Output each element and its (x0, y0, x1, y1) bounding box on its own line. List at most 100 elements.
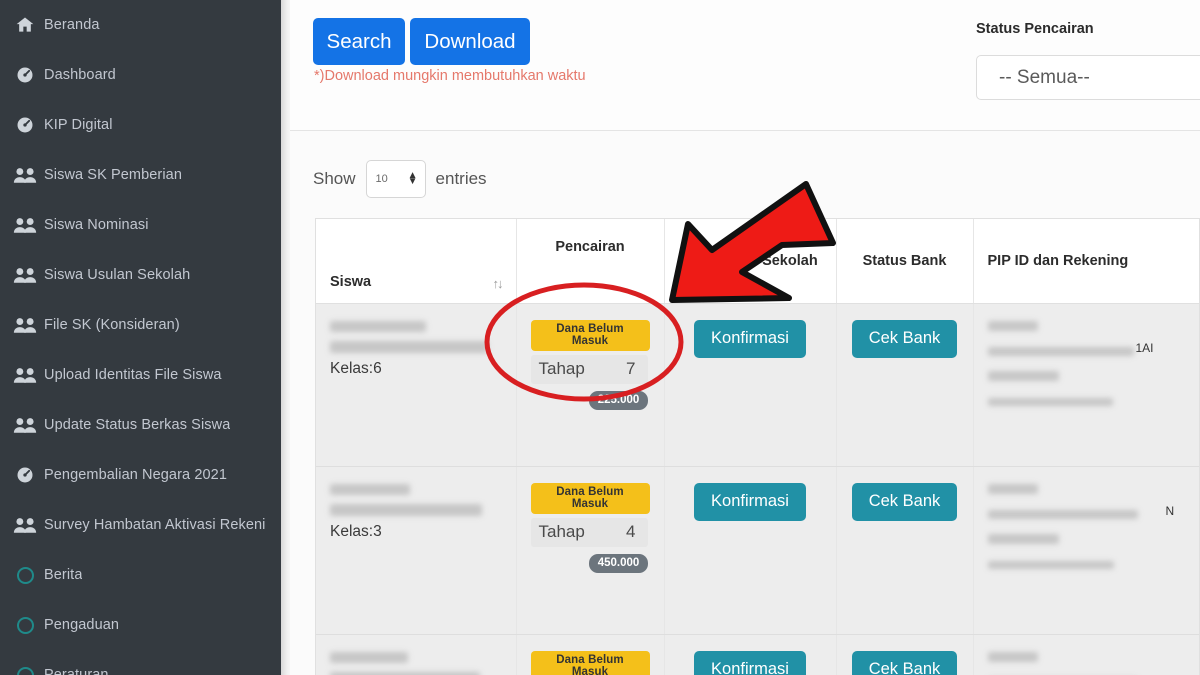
status-pencairan-select[interactable]: -- Semua-- (976, 55, 1200, 100)
redacted-student-name (330, 340, 488, 353)
gauge-icon (6, 465, 44, 485)
sidebar-item-label: Siswa Usulan Sekolah (44, 267, 191, 283)
sidebar-item-label: Peraturan (44, 667, 109, 675)
circle-icon (6, 666, 44, 675)
tahap-value: 4 (626, 521, 636, 541)
sidebar-item-siswa-usulan-sekolah[interactable]: Siswa Usulan Sekolah (0, 250, 281, 300)
sidebar-item-file-sk-konsideran[interactable]: File SK (Konsideran) (0, 300, 281, 350)
cell-status-bank: Cek Bank (836, 634, 974, 675)
sidebar-item-label: Dashboard (44, 67, 116, 83)
cek-bank-button[interactable]: Cek Bank (851, 319, 958, 358)
column-header-konfirmasi-sekolah[interactable]: Konfirmasi Sekolah (664, 219, 837, 304)
status-badge: Dana Belum Masuk (530, 650, 650, 675)
sidebar-item-berita[interactable]: Berita (0, 550, 281, 600)
tahap-box: Tahap 4 (530, 517, 648, 547)
konfirmasi-button[interactable]: Konfirmasi (694, 482, 806, 521)
filter-toolbar: Search Download *)Download mungkin membu… (290, 0, 1200, 131)
pip-id-line (987, 649, 1188, 667)
amount-badge: 450.000 (588, 553, 649, 573)
sort-updown-icon[interactable]: ↑↓ (493, 276, 504, 291)
sidebar-item-label: Upload Identitas File Siswa (44, 367, 222, 383)
sidebar-item-dashboard[interactable]: Dashboard (0, 50, 281, 100)
pip-id-value-line: N (987, 503, 1188, 524)
sidebar: Beranda Dashboard KIP Digital Siswa SK Pemb… (0, 0, 281, 675)
redacted-pip-id-label (987, 483, 1038, 494)
show-entries-control: Show 10 ▲ ▼ entries (313, 160, 487, 198)
pip-id-line (987, 318, 1188, 336)
tahap-box: Tahap 7 (530, 354, 648, 384)
users-icon (6, 266, 44, 284)
redacted-student-name (330, 503, 482, 516)
show-suffix-label: entries (435, 169, 487, 188)
sidebar-item-siswa-nominasi[interactable]: Siswa Nominasi (0, 200, 281, 250)
table-header: Siswa ↑↓ Pencairan Konfirmasi Sekolah St… (316, 219, 1199, 304)
rekening-value-line (987, 393, 1188, 411)
sidebar-item-siswa-sk-pemberian[interactable]: Siswa SK Pemberian (0, 150, 281, 200)
redacted-pip-id-value (987, 346, 1134, 356)
cell-konfirmasi-sekolah: Konfirmasi (664, 634, 837, 675)
pip-id-line (987, 481, 1188, 499)
cell-siswa: Kelas:6 (316, 303, 517, 467)
home-icon (6, 15, 44, 35)
pip-id-value-line: 1AI (987, 341, 1188, 361)
redacted-pip-id-label (987, 651, 1038, 662)
cell-pip-id-rekening: 1AI (973, 303, 1199, 467)
sidebar-item-label: Update Status Berkas Siswa (44, 417, 231, 433)
sidebar-item-upload-identitas-file-siswa[interactable]: Upload Identitas File Siswa (0, 350, 281, 400)
pip-id-fragment: N (1165, 503, 1175, 518)
tahap-value: 7 (626, 358, 636, 378)
sidebar-item-label: KIP Digital (44, 117, 113, 133)
column-header-pencairan[interactable]: Pencairan (516, 219, 665, 304)
column-header-pencairan-label: Pencairan (555, 238, 625, 255)
sidebar-item-label: Siswa SK Pemberian (44, 167, 182, 183)
rekening-label-line (987, 368, 1188, 386)
sidebar-item-update-status-berkas-siswa[interactable]: Update Status Berkas Siswa (0, 400, 281, 450)
amount-badge: 225.000 (588, 390, 649, 410)
konfirmasi-button[interactable]: Konfirmasi (694, 650, 806, 675)
column-header-status-bank[interactable]: Status Bank (836, 219, 974, 304)
circle-icon (6, 566, 44, 584)
column-header-siswa[interactable]: Siswa ↑↓ (316, 219, 517, 304)
students-table: Siswa ↑↓ Pencairan Konfirmasi Sekolah St… (316, 219, 1199, 675)
users-icon (6, 416, 44, 434)
main-content: Search Download *)Download mungkin membu… (290, 0, 1200, 675)
column-header-pip-id-rekening[interactable]: PIP ID dan Rekening (973, 219, 1199, 304)
users-icon (6, 516, 44, 534)
column-header-konfirmasi-sekolah-label: Konfirmasi Sekolah (682, 252, 818, 269)
users-icon (6, 166, 44, 184)
download-button[interactable]: Download (410, 18, 530, 65)
entries-per-page-select[interactable]: 10 ▲ ▼ (365, 160, 426, 198)
redacted-student-id (330, 651, 408, 663)
cell-siswa: Kelas:3 (316, 466, 517, 635)
sidebar-item-label: Pengaduan (44, 617, 120, 633)
cek-bank-button[interactable]: Cek Bank (851, 650, 958, 675)
sidebar-item-pengembalian-negara-2021[interactable]: Pengembalian Negara 2021 (0, 450, 281, 500)
redacted-student-name (330, 671, 480, 675)
sidebar-item-label: File SK (Konsideran) (44, 317, 180, 333)
student-class: Kelas:6 (330, 359, 382, 377)
sidebar-item-peraturan[interactable]: Peraturan (0, 650, 281, 675)
sidebar-item-label: Pengembalian Negara 2021 (44, 467, 227, 483)
table-row: Dana Belum Masuk Konfirmasi Cek Bank (316, 634, 1199, 675)
sidebar-item-beranda[interactable]: Beranda (0, 0, 281, 50)
konfirmasi-button[interactable]: Konfirmasi (694, 319, 806, 358)
cell-pencairan: Dana Belum Masuk Tahap 7 225.000 (516, 303, 665, 467)
table-row: Kelas:6 Dana Belum Masuk Tahap 7 225.000… (316, 303, 1199, 467)
cell-pip-id-rekening (973, 634, 1199, 675)
cek-bank-button[interactable]: Cek Bank (851, 482, 958, 521)
circle-icon (6, 616, 44, 634)
status-badge: Dana Belum Masuk (530, 319, 650, 351)
table-body: Kelas:6 Dana Belum Masuk Tahap 7 225.000… (316, 303, 1199, 675)
sidebar-item-pengaduan[interactable]: Pengaduan (0, 600, 281, 650)
table-row: Kelas:3 Dana Belum Masuk Tahap 4 450.000… (316, 466, 1199, 635)
cell-konfirmasi-sekolah: Konfirmasi (664, 466, 837, 635)
redacted-rekening-label (987, 533, 1059, 544)
cell-pencairan: Dana Belum Masuk Tahap 4 450.000 (516, 466, 665, 635)
search-button[interactable]: Search (313, 18, 405, 65)
show-prefix-label: Show (313, 169, 356, 188)
chevron-updown-icon: ▲ ▼ (407, 170, 418, 187)
sidebar-item-kip-digital[interactable]: KIP Digital (0, 100, 281, 150)
redacted-pip-id-label (987, 320, 1038, 331)
sidebar-item-survey-hambatan-aktivasi-rekeni[interactable]: Survey Hambatan Aktivasi Rekeni (0, 500, 281, 550)
tahap-label: Tahap (538, 521, 585, 541)
